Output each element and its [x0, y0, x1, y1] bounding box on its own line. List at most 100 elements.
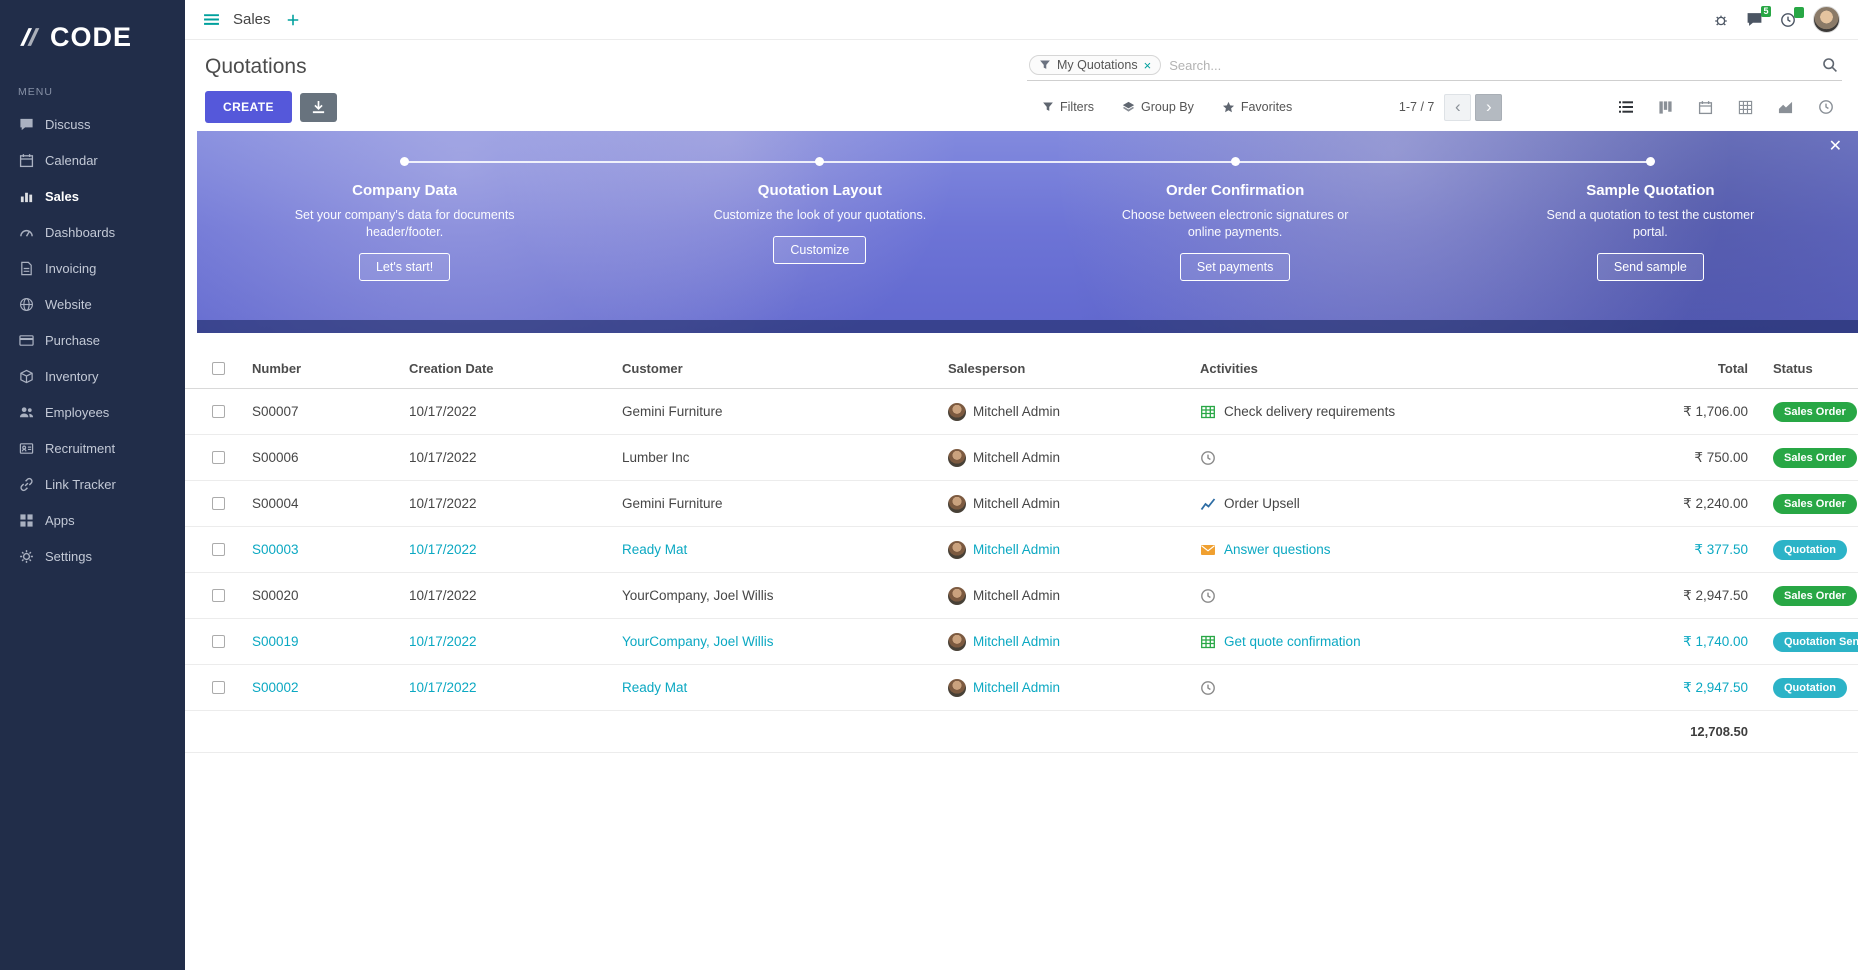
envelope-icon[interactable] [1200, 542, 1217, 558]
sidebar-item-inventory[interactable]: Inventory [0, 358, 185, 394]
activity-view-icon [1818, 99, 1834, 115]
messages-button[interactable]: 5 [1746, 11, 1763, 28]
sidebar-item-calendar[interactable]: Calendar [0, 142, 185, 178]
table-row[interactable]: S00019 10/17/2022 YourCompany, Joel Will… [185, 619, 1858, 665]
group-by-button[interactable]: Group By [1122, 100, 1194, 114]
row-checkbox[interactable] [212, 405, 225, 418]
salesperson-avatar [948, 403, 966, 421]
sidebar-item-sales[interactable]: Sales [0, 178, 185, 214]
action-buttons: CREATE [205, 91, 337, 123]
recruitment-icon [18, 440, 34, 456]
remove-filter-icon[interactable]: × [1144, 59, 1152, 72]
sales-icon [18, 188, 34, 204]
app-window: CODE MENU Discuss Calendar Sales Dashboa… [0, 0, 1858, 970]
row-checkbox[interactable] [212, 589, 225, 602]
activities-button[interactable] [1780, 12, 1796, 28]
sidebar-item-dashboards[interactable]: Dashboards [0, 214, 185, 250]
table-row[interactable]: S00007 10/17/2022 Gemini Furniture Mitch… [185, 389, 1858, 435]
sidebar-item-link-tracker[interactable]: Link Tracker [0, 466, 185, 502]
row-activity-label: Check delivery requirements [1224, 404, 1395, 419]
search-input[interactable] [1169, 58, 1814, 73]
sidebar-item-invoicing[interactable]: Invoicing [0, 250, 185, 286]
search-icon[interactable] [1822, 57, 1838, 73]
employees-icon [18, 404, 34, 420]
column-header-number[interactable]: Number [252, 361, 409, 376]
logo-icon [16, 25, 41, 50]
row-salesperson: Mitchell Admin [973, 634, 1060, 649]
sidebar-item-recruitment[interactable]: Recruitment [0, 430, 185, 466]
menu-section-label: MENU [0, 74, 185, 106]
menu-toggle-icon[interactable] [203, 11, 220, 28]
column-header-salesperson[interactable]: Salesperson [948, 361, 1200, 376]
column-header-status[interactable]: Status [1758, 361, 1858, 376]
sidebar-item-settings[interactable]: Settings [0, 538, 185, 574]
row-checkbox[interactable] [212, 681, 225, 694]
sidebar-item-apps[interactable]: Apps [0, 502, 185, 538]
spreadsheet-icon[interactable] [1200, 404, 1217, 420]
topbar: Sales 5 [185, 0, 1858, 40]
pivot-view-button[interactable] [1729, 93, 1762, 122]
row-customer: Lumber Inc [622, 450, 948, 465]
graph-view-button[interactable] [1769, 93, 1802, 122]
sidebar-item-discuss[interactable]: Discuss [0, 106, 185, 142]
row-salesperson: Mitchell Admin [973, 496, 1060, 511]
list-view-button[interactable] [1609, 93, 1642, 122]
row-checkbox[interactable] [212, 451, 225, 464]
column-header-total[interactable]: Total [1610, 361, 1758, 376]
user-avatar[interactable] [1813, 6, 1840, 33]
customize-button[interactable]: Customize [773, 236, 866, 264]
set-payments-button[interactable]: Set payments [1180, 253, 1290, 281]
row-number: S00004 [252, 496, 409, 511]
pager-next-button[interactable]: › [1475, 94, 1502, 121]
discuss-icon [18, 116, 34, 132]
table-row[interactable]: S00004 10/17/2022 Gemini Furniture Mitch… [185, 481, 1858, 527]
send-sample-button[interactable]: Send sample [1597, 253, 1704, 281]
clock-icon[interactable] [1200, 588, 1217, 604]
spreadsheet-icon[interactable] [1200, 634, 1217, 650]
column-header-customer[interactable]: Customer [622, 361, 948, 376]
layers-icon [1122, 101, 1135, 114]
row-checkbox[interactable] [212, 497, 225, 510]
clock-icon[interactable] [1200, 450, 1217, 466]
table-row[interactable]: S00002 10/17/2022 Ready Mat Mitchell Adm… [185, 665, 1858, 711]
kanban-view-button[interactable] [1649, 93, 1682, 122]
favorites-button[interactable]: Favorites [1222, 100, 1292, 114]
filter-buttons: Filters Group By Favorites [1042, 100, 1292, 114]
app-logo[interactable]: CODE [0, 0, 185, 74]
column-header-creation-date[interactable]: Creation Date [409, 361, 622, 376]
activity-view-button[interactable] [1809, 93, 1842, 122]
step-description: Customize the look of your quotations. [714, 207, 927, 224]
plus-icon[interactable] [286, 13, 300, 27]
sidebar-item-purchase[interactable]: Purchase [0, 322, 185, 358]
table-row[interactable]: S00003 10/17/2022 Ready Mat Mitchell Adm… [185, 527, 1858, 573]
pager-previous-button[interactable]: ‹ [1444, 94, 1471, 121]
status-badge: Sales Order [1773, 402, 1857, 422]
row-total: ₹ 2,947.50 [1610, 680, 1758, 696]
table-row[interactable]: S00006 10/17/2022 Lumber Inc Mitchell Ad… [185, 435, 1858, 481]
column-header-activities[interactable]: Activities [1200, 361, 1610, 376]
sidebar-item-website[interactable]: Website [0, 286, 185, 322]
row-total: ₹ 1,706.00 [1610, 404, 1758, 420]
export-button[interactable] [300, 93, 337, 122]
calendar-view-button[interactable] [1689, 93, 1722, 122]
close-icon[interactable]: ✕ [1829, 139, 1842, 155]
sidebar-item-employees[interactable]: Employees [0, 394, 185, 430]
filters-button[interactable]: Filters [1042, 100, 1094, 114]
table-row[interactable]: S00020 10/17/2022 YourCompany, Joel Will… [185, 573, 1858, 619]
select-all-checkbox[interactable] [212, 362, 225, 375]
row-checkbox[interactable] [212, 543, 225, 556]
group-by-label: Group By [1141, 100, 1194, 114]
let-s-start--button[interactable]: Let's start! [359, 253, 450, 281]
table-header: Number Creation Date Customer Salesperso… [185, 349, 1858, 389]
total-sum: 12,708.50 [1610, 724, 1758, 739]
filter-chip-my-quotations[interactable]: My Quotations × [1029, 55, 1161, 75]
row-salesperson: Mitchell Admin [973, 680, 1060, 695]
debug-button[interactable] [1713, 12, 1729, 28]
step-dot [400, 157, 409, 166]
clock-icon[interactable] [1200, 680, 1217, 696]
row-checkbox[interactable] [212, 635, 225, 648]
line-chart-icon[interactable] [1200, 496, 1217, 512]
create-button[interactable]: CREATE [205, 91, 292, 123]
row-customer: Ready Mat [622, 680, 948, 695]
apps-icon [18, 512, 34, 528]
